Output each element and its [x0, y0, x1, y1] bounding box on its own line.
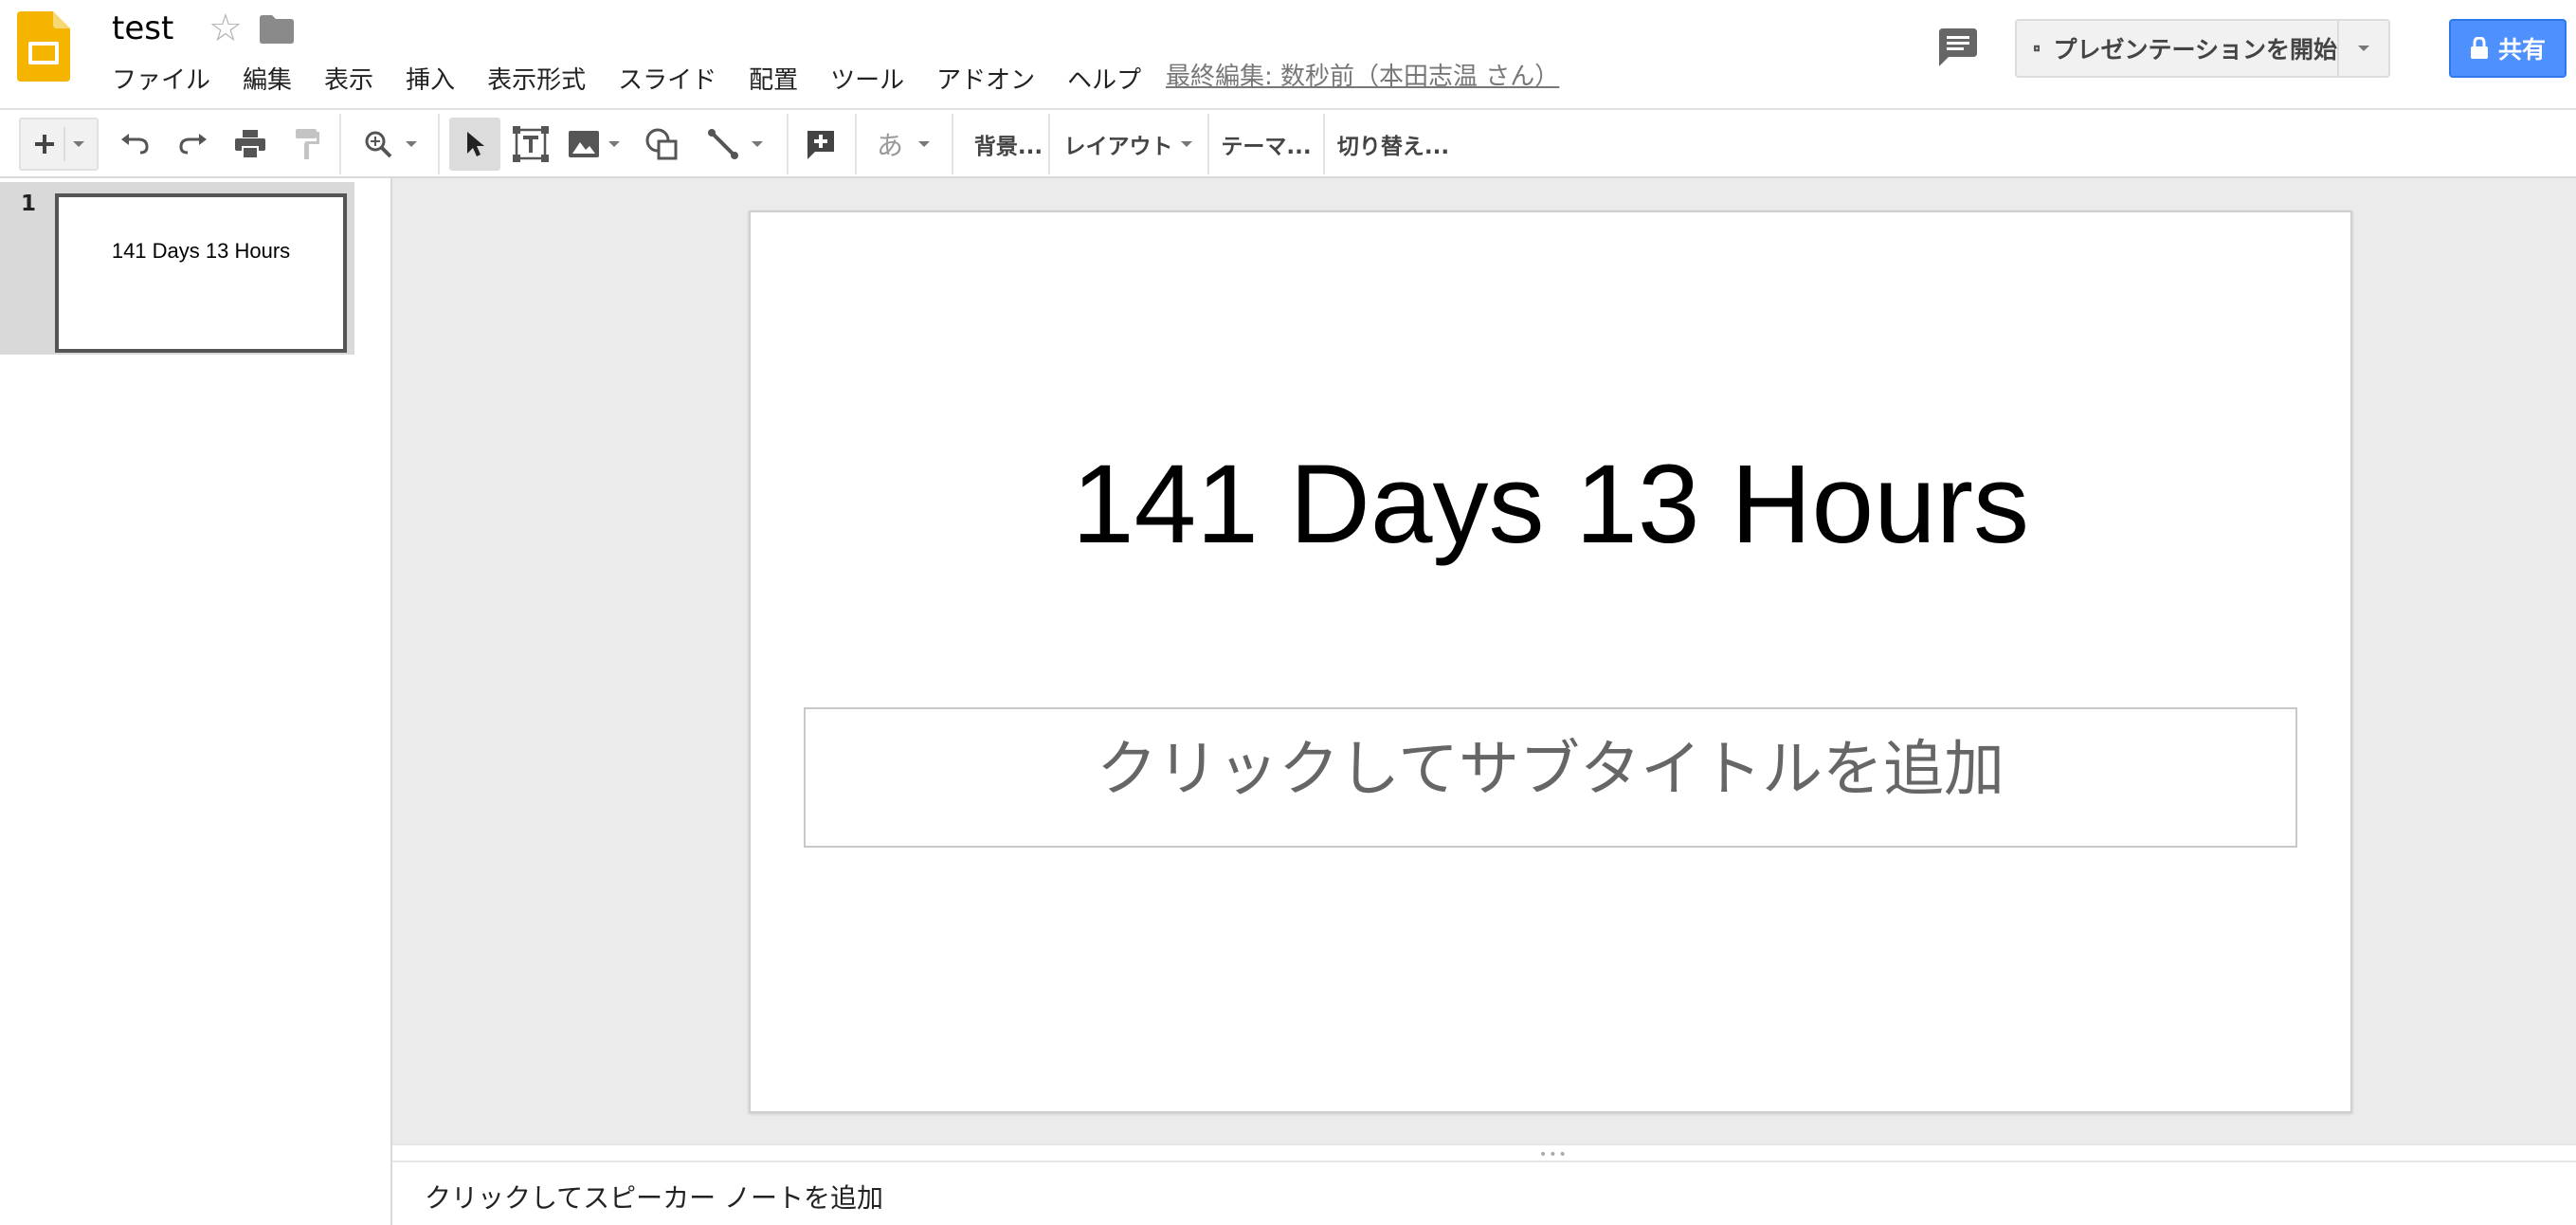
redo-button[interactable]	[172, 118, 214, 171]
star-icon[interactable]: ☆	[209, 9, 243, 47]
chevron-down-icon	[918, 141, 930, 147]
share-label: 共有	[2497, 36, 2546, 64]
image-icon	[569, 131, 599, 157]
menu-tools[interactable]: ツール	[830, 59, 904, 98]
line-icon	[708, 129, 738, 159]
lock-icon	[2470, 37, 2488, 59]
input-tools-button[interactable]: あ	[866, 118, 940, 171]
cursor-icon	[467, 132, 484, 156]
background-button[interactable]: 背景...	[963, 118, 1054, 171]
input-tools-label: あ	[876, 130, 903, 161]
toolbar-divider	[1207, 114, 1209, 174]
zoom-icon	[365, 131, 392, 158]
slides-logo-icon[interactable]	[17, 11, 70, 82]
present-label: プレゼンテーションを開始	[2053, 36, 2337, 64]
paint-format-icon	[296, 129, 319, 159]
toolbar-divider	[1048, 114, 1050, 174]
subtitle-placeholder: クリックしてサブタイトルを追加	[1096, 735, 2005, 805]
share-button[interactable]: 共有	[2449, 19, 2567, 78]
chevron-down-icon	[2358, 46, 2369, 51]
add-comment-icon	[807, 131, 834, 159]
transition-label: 切り替え...	[1336, 135, 1450, 159]
chevron-down-icon	[752, 141, 763, 147]
document-title[interactable]: test	[112, 9, 173, 47]
text-box-icon	[513, 126, 549, 162]
toolbar-divider	[952, 114, 953, 174]
layout-label: レイアウト	[1063, 135, 1173, 159]
background-label: 背景...	[973, 135, 1043, 159]
insert-image-button[interactable]	[563, 118, 626, 171]
undo-icon	[121, 134, 149, 155]
toolbar-divider	[438, 114, 440, 174]
last-edit-link[interactable]: 最終編集: 数秒前（本田志温 さん）	[1166, 57, 1559, 92]
menu-bar: ファイル 編集 表示 挿入 表示形式 スライド 配置 ツール アドオン ヘルプ	[112, 59, 1173, 97]
toolbar-divider	[339, 114, 341, 174]
add-comment-button[interactable]	[800, 118, 842, 171]
slide-title[interactable]: 141 Days 13 Hours	[751, 440, 2350, 569]
slide-number: 1	[21, 192, 37, 216]
menu-slide[interactable]: スライド	[618, 59, 717, 98]
toolbar-divider	[787, 114, 789, 174]
transition-button[interactable]: 切り替え...	[1336, 118, 1450, 171]
text-box-button[interactable]	[510, 118, 552, 171]
play-icon	[2034, 45, 2041, 52]
select-tool-button[interactable]	[449, 118, 500, 171]
menu-format[interactable]: 表示形式	[487, 59, 586, 98]
print-button[interactable]	[229, 118, 271, 171]
thumbnail-title: 141 Days 13 Hours	[111, 239, 291, 263]
redo-icon	[179, 134, 207, 155]
slide-canvas-area: 141 Days 13 Hours クリックしてサブタイトルを追加	[392, 178, 2576, 1143]
notes-resize-handle[interactable]: •••	[392, 1143, 2576, 1162]
present-options-dropdown[interactable]	[2339, 21, 2388, 76]
undo-button[interactable]	[114, 118, 155, 171]
present-button[interactable]: プレゼンテーションを開始	[2017, 21, 2339, 76]
print-icon	[235, 130, 265, 158]
present-button-group: プレゼンテーションを開始	[2015, 19, 2390, 78]
plus-icon	[35, 135, 54, 154]
line-tool-button[interactable]	[701, 118, 770, 171]
toolbar-divider	[855, 114, 857, 174]
paint-format-button[interactable]	[286, 118, 328, 171]
chevron-down-icon	[406, 141, 417, 147]
comment-icon	[1939, 28, 1977, 66]
filmstrip-slide[interactable]: 1 141 Days 13 Hours	[0, 182, 354, 355]
menu-edit[interactable]: 編集	[243, 59, 292, 98]
comments-button[interactable]	[1933, 25, 1983, 70]
app-header: test ☆ ファイル 編集 表示 挿入 表示形式 スライド 配置 ツール アド…	[0, 0, 2576, 110]
menu-insert[interactable]: 挿入	[406, 59, 455, 98]
slide-canvas[interactable]: 141 Days 13 Hours クリックしてサブタイトルを追加	[749, 210, 2352, 1113]
theme-button[interactable]: テーマ...	[1219, 118, 1314, 171]
zoom-button[interactable]	[354, 118, 426, 171]
layout-button[interactable]: レイアウト	[1060, 118, 1196, 171]
drag-handle-icon: •••	[1539, 1147, 1569, 1162]
folder-icon[interactable]	[260, 15, 294, 44]
shape-button[interactable]	[641, 118, 682, 171]
new-slide-button[interactable]	[19, 118, 99, 171]
menu-arrange[interactable]: 配置	[749, 59, 798, 98]
speaker-notes[interactable]: クリックしてスピーカー ノートを追加	[392, 1162, 2576, 1225]
menu-view[interactable]: 表示	[324, 59, 373, 98]
menu-help[interactable]: ヘルプ	[1067, 59, 1141, 98]
chevron-down-icon	[73, 141, 84, 147]
menu-file[interactable]: ファイル	[112, 59, 210, 98]
shape-icon	[645, 128, 678, 160]
menu-addons[interactable]: アドオン	[936, 59, 1035, 98]
toolbar-divider	[1323, 114, 1325, 174]
speaker-notes-placeholder: クリックしてスピーカー ノートを追加	[425, 1182, 884, 1214]
theme-label: テーマ...	[1221, 135, 1312, 159]
chevron-down-icon	[1180, 141, 1192, 147]
slide-thumbnail[interactable]: 141 Days 13 Hours	[55, 193, 347, 353]
toolbar: あ 背景... レイアウト テーマ... 切り替え...	[0, 110, 2576, 178]
subtitle-placeholder-box[interactable]: クリックしてサブタイトルを追加	[804, 707, 2297, 848]
chevron-down-icon	[608, 141, 620, 147]
slide-filmstrip: 1 141 Days 13 Hours	[0, 178, 392, 1225]
